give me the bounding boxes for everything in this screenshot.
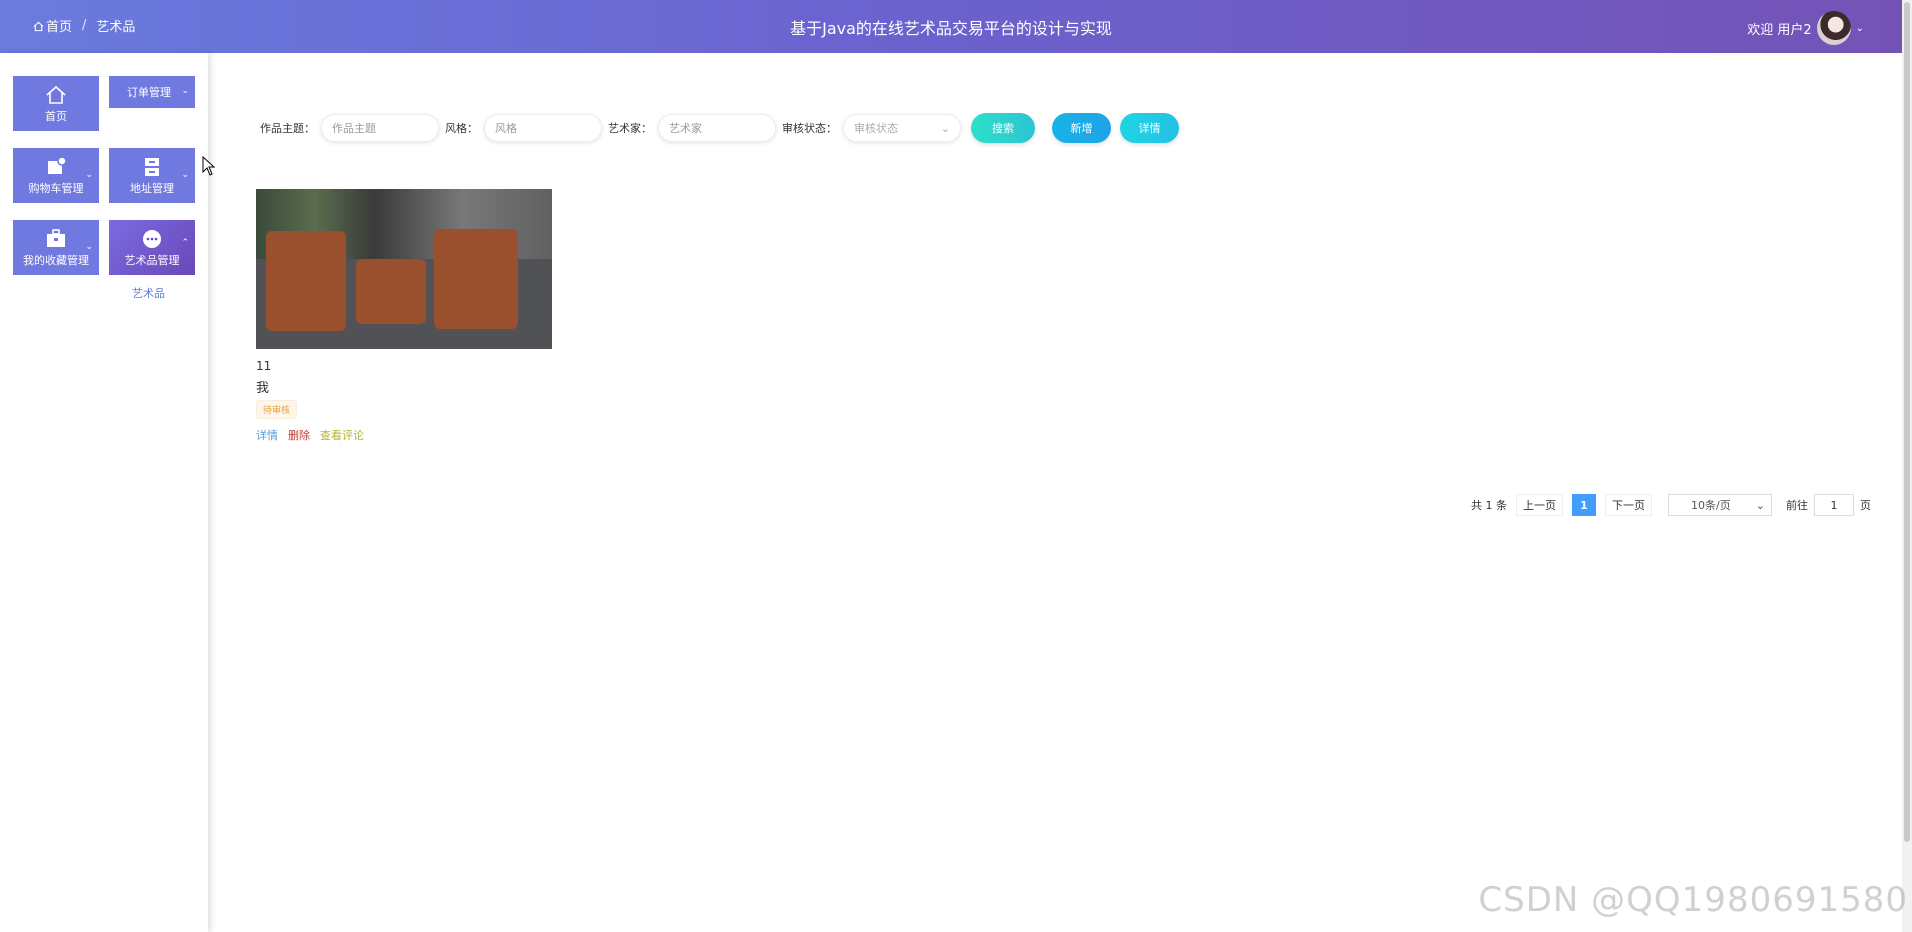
style-input[interactable]: 风格 xyxy=(484,114,602,142)
avatar[interactable] xyxy=(1816,11,1851,45)
page-unit-label: 页 xyxy=(1860,499,1871,512)
address-icon xyxy=(145,158,159,176)
page-size-select[interactable]: 10条/页 ⌄ xyxy=(1668,494,1772,516)
chat-icon xyxy=(143,230,161,248)
search-button[interactable]: 搜索 xyxy=(971,113,1035,143)
artist-input[interactable]: 艺术家 xyxy=(658,114,776,142)
chevron-down-icon[interactable]: ⌄ xyxy=(1856,23,1864,34)
sidebar-item-label: 购物车管理 xyxy=(28,182,84,195)
pagination: 共 1 条 上一页 1 下一页 10条/页 ⌄ 前往 1 页 xyxy=(1471,494,1871,516)
welcome-text: 欢迎 用户2 xyxy=(1747,22,1812,38)
goto-label: 前往 xyxy=(1786,499,1808,512)
page-title: 基于Java的在线艺术品交易平台的设计与实现 xyxy=(790,19,1112,38)
chevron-down-icon: ⌄ xyxy=(940,121,950,135)
goto-page-value: 1 xyxy=(1830,498,1838,512)
card-actions: 详情 删除 查看评论 xyxy=(256,427,552,443)
goto-page-input[interactable]: 1 xyxy=(1814,494,1854,516)
next-page-button[interactable]: 下一页 xyxy=(1605,494,1652,516)
image-chair-left xyxy=(266,231,346,331)
chevron-down-icon: ⌄ xyxy=(1755,498,1765,512)
image-chair-right xyxy=(434,229,518,329)
user-menu[interactable]: 欢迎 用户2 ⌄ xyxy=(1747,11,1864,45)
briefcase-icon xyxy=(47,229,65,247)
sidebar-item-label: 地址管理 xyxy=(130,182,174,195)
status-label: 审核状态： xyxy=(782,122,837,135)
style-placeholder: 风格 xyxy=(495,122,517,135)
artist-placeholder: 艺术家 xyxy=(669,122,702,135)
sidebar-item-label: 我的收藏管理 xyxy=(23,254,89,267)
image-table xyxy=(356,259,426,324)
sidebar: 首页 订单管理 ⌄ 购物车管理 ⌄ 地址管理 ⌄ 我的收藏管理 ⌄ 艺术品管理 … xyxy=(0,53,208,932)
sidebar-subitem-artworks[interactable]: 艺术品 xyxy=(132,285,165,301)
chevron-down-icon: ⌄ xyxy=(181,170,189,180)
pagination-total: 共 1 条 xyxy=(1471,499,1507,512)
artwork-number: 11 xyxy=(256,359,272,373)
page-scrollbar[interactable] xyxy=(1902,0,1912,932)
topic-input[interactable]: 作品主题 xyxy=(321,114,439,142)
sidebar-item-artworks[interactable]: 艺术品管理 ⌃ xyxy=(109,220,195,275)
sidebar-item-label: 首页 xyxy=(45,110,67,123)
status-placeholder: 审核状态 xyxy=(854,122,898,135)
delete-link[interactable]: 删除 xyxy=(288,427,310,443)
artist-label: 艺术家： xyxy=(608,122,652,135)
status-select[interactable]: 审核状态 ⌄ xyxy=(843,114,961,142)
topic-placeholder: 作品主题 xyxy=(332,122,376,135)
sidebar-item-favorites[interactable]: 我的收藏管理 ⌄ xyxy=(13,220,99,275)
watermark: CSDN @QQ1980691580 xyxy=(1478,880,1908,920)
add-button[interactable]: 新增 xyxy=(1052,113,1111,143)
sidebar-item-home[interactable]: 首页 xyxy=(13,76,99,131)
status-badge: 待审核 xyxy=(256,400,298,419)
chevron-up-icon: ⌃ xyxy=(181,238,189,248)
detail-link[interactable]: 详情 xyxy=(256,427,278,443)
view-comments-link[interactable]: 查看评论 xyxy=(320,427,364,443)
sidebar-item-orders[interactable]: 订单管理 ⌄ xyxy=(109,76,195,108)
topic-label: 作品主题： xyxy=(260,122,315,135)
artwork-meta: 11 我 待审核 详情 删除 查看评论 xyxy=(256,359,552,443)
chevron-down-icon: ⌄ xyxy=(181,86,189,96)
details-button[interactable]: 详情 xyxy=(1120,113,1179,143)
artwork-author: 我 xyxy=(256,381,270,396)
style-label: 风格： xyxy=(445,122,478,135)
scrollbar-thumb[interactable] xyxy=(1904,2,1910,842)
artwork-image[interactable] xyxy=(256,189,552,349)
chevron-down-icon: ⌄ xyxy=(85,170,93,180)
search-bar: 作品主题： 作品主题 风格： 风格 艺术家： 艺术家 审核状态： 审核状态 ⌄ … xyxy=(260,113,1179,143)
sidebar-item-address[interactable]: 地址管理 ⌄ xyxy=(109,148,195,203)
mouse-cursor-icon xyxy=(202,156,216,176)
page-number-current[interactable]: 1 xyxy=(1572,494,1596,516)
sidebar-item-label: 艺术品管理 xyxy=(124,254,180,267)
chevron-down-icon: ⌄ xyxy=(85,242,93,252)
page-size-value: 10条/页 xyxy=(1691,499,1731,512)
home-icon xyxy=(46,85,66,104)
top-header: 首页 / 艺术品 基于Java的在线艺术品交易平台的设计与实现 欢迎 用户2 ⌄ xyxy=(0,0,1902,53)
cart-icon xyxy=(48,157,67,174)
artwork-card: 11 我 待审核 详情 删除 查看评论 xyxy=(256,189,552,443)
prev-page-button[interactable]: 上一页 xyxy=(1516,494,1563,516)
sidebar-item-cart[interactable]: 购物车管理 ⌄ xyxy=(13,148,99,203)
